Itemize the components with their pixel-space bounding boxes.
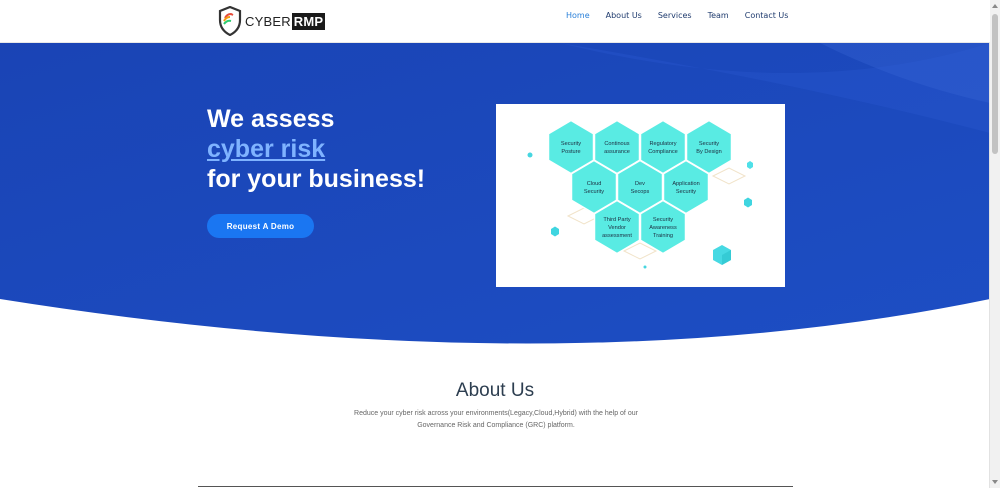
hexagon-label: Cloud <box>587 181 602 187</box>
hero-heading-line3: for your business! <box>207 165 426 193</box>
hexagon-label: Security <box>561 141 581 147</box>
scrollbar-thumb[interactable] <box>992 14 998 154</box>
hero-heading-line1: We assess <box>207 105 335 133</box>
hexagon-label: Application <box>672 181 699 187</box>
hexagon-label: assessment <box>602 233 632 239</box>
nav-link-contact-us[interactable]: Contact Us <box>745 10 789 22</box>
scroll-down-arrow-icon[interactable] <box>992 480 998 484</box>
nav-link-services[interactable]: Services <box>658 10 692 22</box>
hexagon-label: Security <box>584 189 604 195</box>
section-divider <box>198 486 793 487</box>
hexagon-label: Security <box>699 141 719 147</box>
hexagon-label: Awareness <box>649 225 677 231</box>
hexagon-cells: Security Posture Continous assurance Regulat… <box>547 119 733 255</box>
hexagon-label: Dev <box>635 181 645 187</box>
hexagon-label: Security <box>653 217 673 223</box>
hexagon-label: Training <box>653 233 673 239</box>
about-description: Reduce your cyber risk across your envir… <box>354 410 638 429</box>
nav-link-team[interactable]: Team <box>708 10 729 22</box>
hero-heading-highlight[interactable]: cyber risk <box>207 134 425 164</box>
brand-logo-box: RMP <box>291 12 326 30</box>
hexagon-label: Compliance <box>648 149 678 155</box>
shield-logo-icon <box>218 6 242 36</box>
top-navbar: CYBER RMP Home About Us Services Team Con… <box>0 0 990 43</box>
page-scrollbar[interactable] <box>989 0 1000 488</box>
hexagon-label: Continous <box>604 141 629 147</box>
hero-heading: We assess cyber risk for your business! <box>207 104 425 194</box>
main-nav: Home About Us Services Team Contact Us <box>566 10 804 22</box>
brand-logo[interactable]: CYBER RMP <box>218 6 326 36</box>
hexagon-label: Third Party <box>603 217 631 223</box>
hexagon-label: assurance <box>604 149 630 155</box>
hexagon-diagram: Security Posture Continous assurance Regulat… <box>527 119 753 269</box>
brand-logo-text: CYBER RMP <box>245 12 326 30</box>
hexagon-label: Posture <box>561 149 580 155</box>
hexagon-label: Security <box>676 189 696 195</box>
hexagon-label: By Design <box>696 149 722 155</box>
request-demo-button[interactable]: Request A Demo <box>207 214 314 238</box>
services-diagram: Security Posture Continous assurance Regulat… <box>496 104 785 287</box>
brand-logo-word: CYBER <box>245 13 291 29</box>
hexagon-label: Regulatory <box>649 141 676 147</box>
about-heading: About Us <box>455 380 535 401</box>
hexagon-label: Vendor <box>608 225 626 231</box>
scroll-up-arrow-icon[interactable] <box>992 4 998 8</box>
hexagon-label: Secops <box>631 189 650 195</box>
hero-background <box>0 43 990 344</box>
nav-link-about-us[interactable]: About Us <box>606 10 642 22</box>
nav-link-home[interactable]: Home <box>566 10 590 22</box>
